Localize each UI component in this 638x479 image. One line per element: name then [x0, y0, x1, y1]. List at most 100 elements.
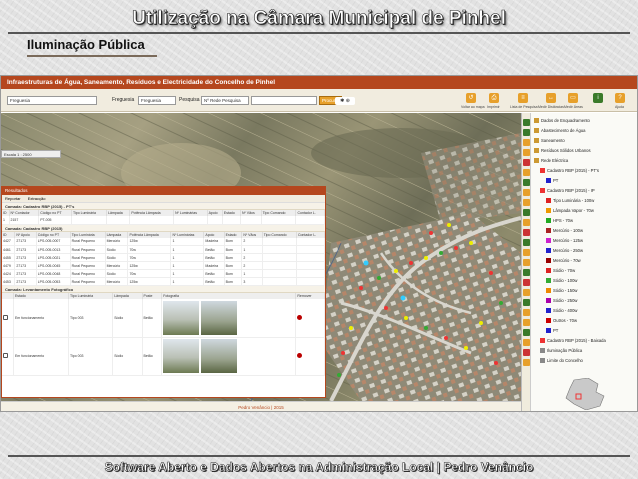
layer-item[interactable]: Cadastro RBP (2015) - IP — [540, 187, 595, 195]
table-cell: LPS-005-0013 — [36, 245, 71, 254]
refresh-icon[interactable] — [523, 209, 530, 216]
back-to-map-icon[interactable]: ↺ — [466, 93, 476, 103]
section-photos: Camada: Levantamento Fotográfico — [2, 286, 325, 293]
tab-extraccao[interactable]: Extracção — [28, 196, 46, 201]
extent-icon[interactable] — [523, 169, 530, 176]
layer-item[interactable]: PT — [546, 177, 558, 185]
route-icon[interactable] — [523, 339, 530, 346]
coords-icon[interactable]: ✱ ⊕ — [335, 97, 355, 105]
photo-icon[interactable] — [523, 319, 530, 326]
table-row[interactable]: 4479 27173 LPS-005-0045 Rural Pequeno Mercúr… — [2, 261, 326, 270]
measure-area-icon[interactable]: ▭ — [568, 93, 578, 103]
table-row[interactable]: 4455 27173 LPS-005-0021 Rural Pequeno Sódio 7… — [2, 253, 326, 262]
remove-icon[interactable] — [297, 314, 303, 320]
luminaire-photo[interactable] — [163, 339, 200, 373]
layer-item[interactable]: Resíduos Sólidos Urbanos — [534, 147, 591, 155]
layer-item[interactable]: Sódio - 70w — [546, 267, 575, 275]
gps-icon[interactable] — [523, 329, 530, 336]
layer-item[interactable]: PT — [546, 327, 558, 335]
layer-item[interactable]: Mercúrio - 70w — [546, 257, 581, 265]
layer-item[interactable]: Iluminação Pública — [540, 347, 582, 355]
info-icon[interactable]: i — [593, 93, 603, 103]
luminaire-photo[interactable] — [201, 339, 238, 373]
edit-record-icon[interactable] — [3, 314, 8, 320]
table-cell: Bom — [224, 261, 243, 270]
table-cell: 27173 — [14, 261, 37, 270]
layer-item[interactable]: Dados de Enquadramento — [534, 117, 590, 125]
table-row[interactable]: Em funcionamento Tipo 003 Sódio Betão — [2, 337, 325, 376]
search-input[interactable] — [251, 96, 317, 105]
parish-select[interactable]: Freguesia — [7, 96, 97, 105]
layer-item[interactable]: Sódio - 250w — [546, 297, 577, 305]
layer-item[interactable]: Lâmpada Vapor - 70w — [546, 207, 594, 215]
settings-icon[interactable] — [523, 359, 530, 366]
layer-item[interactable]: Sódio - 150w — [546, 287, 577, 295]
stop-icon[interactable] — [523, 349, 530, 356]
export-icon[interactable] — [523, 259, 530, 266]
layers-icon[interactable] — [523, 239, 530, 246]
buffer-icon[interactable] — [523, 299, 530, 306]
zoom-in-icon[interactable] — [523, 119, 530, 126]
edit-record-icon[interactable] — [3, 353, 8, 358]
table-cell: Tipo 003 — [68, 299, 114, 338]
title-rule — [8, 32, 630, 34]
layer-label: Sódio - 100w — [553, 278, 578, 283]
layer-item[interactable]: Abastecimento de Água — [534, 127, 585, 135]
select-tool-icon[interactable] — [523, 159, 530, 166]
table-row[interactable]: 1 2157 PT-005 — [2, 216, 325, 225]
table-row[interactable]: 4424 27173 LPS-005-0048 Rural Pequeno Sódio 7… — [2, 269, 326, 278]
table-row[interactable]: 4427 27173 LPS-005-0007 Rural Pequeno Mercúr… — [2, 237, 326, 246]
layer-item[interactable]: Cadastro RBP (2015) - Baixada — [540, 337, 606, 345]
back-to-map-label: Voltar ao mapa — [461, 105, 485, 109]
layer-item[interactable]: Limite do Concelho — [540, 357, 583, 365]
tab-reportar[interactable]: Reportar — [5, 196, 21, 201]
measure-distance-icon[interactable]: ↔ — [546, 93, 556, 103]
layer-label: Cadastro RBP (2015) - IP — [547, 188, 595, 193]
table-row[interactable]: 4453 27173 LPS-005-0053 Rural Pequeno Mercúr… — [2, 277, 326, 286]
next-view-icon[interactable] — [523, 199, 530, 206]
table-row[interactable]: 4461 27173 LPS-005-0013 Rural Pequeno Sódio 7… — [2, 245, 326, 254]
layer-symbol-icon — [546, 328, 551, 334]
table-cell: Rural Pequeno — [70, 277, 106, 286]
snap-icon[interactable] — [523, 289, 530, 296]
pan-icon[interactable] — [523, 139, 530, 146]
luminaire-photo[interactable] — [163, 300, 200, 335]
parish-select-2[interactable]: Freguesia — [138, 96, 176, 105]
clear-icon[interactable] — [523, 229, 530, 236]
layer-item[interactable]: Sódio - 400w — [546, 307, 577, 315]
print-icon[interactable]: ⎙ — [489, 93, 499, 103]
table-cell: LPS-005-0053 — [36, 277, 71, 286]
layer-item[interactable]: Mercúrio - 250w — [546, 247, 583, 255]
table-row[interactable]: Em funcionamento Tipo 003 Sódio Betão — [2, 299, 325, 338]
query-icon[interactable] — [523, 309, 530, 316]
table-cell: 4455 — [2, 253, 16, 262]
draw-tool-icon[interactable] — [523, 219, 530, 226]
search-type-select[interactable]: Nº Rede Pesquisa — [201, 96, 249, 105]
zoom-extent-icon[interactable] — [523, 179, 530, 186]
layer-item[interactable]: Saneamento — [534, 137, 565, 145]
layer-item[interactable]: Mercúrio - 125w — [546, 237, 583, 245]
help-icon[interactable]: ? — [615, 93, 625, 103]
layer-item[interactable]: Tipo Luminária - 100w — [546, 197, 594, 205]
table-cell — [2, 337, 14, 376]
remove-icon[interactable] — [297, 353, 303, 358]
layer-label: Sódio - 70w — [553, 268, 576, 273]
zoom-out-icon[interactable] — [523, 129, 530, 136]
table-cell: Em funcionamento — [13, 337, 70, 376]
layer-item[interactable]: Cadastro RBP (2015) - PT's — [540, 167, 599, 175]
previous-view-icon[interactable] — [523, 189, 530, 196]
map-tools — [522, 113, 531, 411]
layer-item[interactable]: Mercúrio - 100w — [546, 227, 583, 235]
search-list-icon[interactable]: ≡ — [518, 93, 528, 103]
delete-icon[interactable] — [523, 279, 530, 286]
edit-icon[interactable] — [523, 269, 530, 276]
layer-item[interactable]: Rede Eléctrica — [534, 157, 568, 165]
info-tool-icon[interactable] — [523, 149, 530, 156]
luminaire-photo[interactable] — [201, 300, 238, 335]
table-cell — [222, 216, 241, 225]
layer-item[interactable]: Outros - 70w — [546, 317, 577, 325]
layer-item[interactable]: Sódio - 100w — [546, 277, 577, 285]
layer-item[interactable]: HPS - 70w — [546, 217, 573, 225]
legend-icon[interactable] — [523, 249, 530, 256]
overview-minimap[interactable] — [560, 378, 612, 410]
